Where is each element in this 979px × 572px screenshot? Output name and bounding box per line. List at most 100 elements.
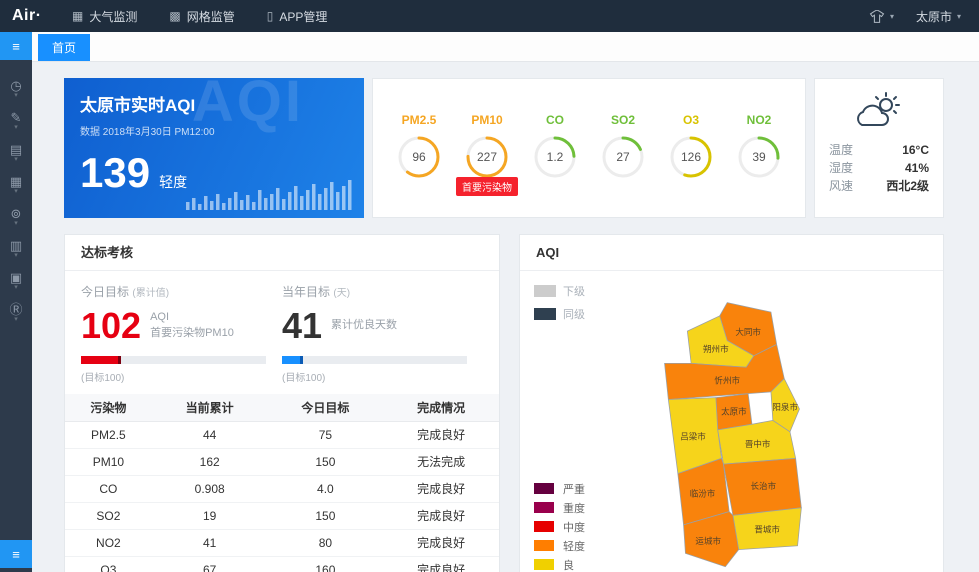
sidebar: ≡ ◷ ▾ ✎ ▾ ▤ ▾ ▦ ▾ ⊚ ▾ ▥ ▾ ▣ ▾ xyxy=(0,32,32,572)
table-cell: 19 xyxy=(152,502,268,529)
sidebar-item-share[interactable]: ⊚ ▾ xyxy=(0,200,32,232)
stats-icon: ▥ xyxy=(10,239,22,252)
aqi-level: 轻度 xyxy=(159,172,187,192)
aqi-map-card: AQI 下级 同级 xyxy=(519,234,944,572)
table-cell: 75 xyxy=(268,421,384,448)
chevron-down-icon: ▾ xyxy=(14,317,18,322)
pollutant-name: PM10 xyxy=(464,113,510,127)
aqi-card-title: 太原市实时AQI xyxy=(80,91,348,116)
sidebar-item-clipboard[interactable]: ▣ ▾ xyxy=(0,264,32,296)
document-icon: ▤ xyxy=(10,143,22,156)
clipboard-icon: ▣ xyxy=(10,271,22,284)
table-cell: 150 xyxy=(268,448,384,475)
shanxi-province-map[interactable]: 大同市 朔州市 忻州市 阳泉市 太原市 吕梁市 晋中市 临汾市 长治市 晋城市 … xyxy=(602,295,862,572)
year-target-block: 当年目标 (天) 41 累计优良天数 (目标100) xyxy=(282,283,483,384)
gauge-no2: NO2 39 xyxy=(736,113,782,184)
gauge-pm10: PM10 227 首要污染物 xyxy=(464,113,510,184)
table-cell: 完成良好 xyxy=(383,529,499,556)
card-title: 达标考核 xyxy=(65,235,499,271)
table-cell: 完成良好 xyxy=(383,475,499,502)
sidebar-collapse-toggle[interactable]: ≡ xyxy=(0,540,32,568)
pollutant-value: 39 xyxy=(736,134,782,180)
chevron-down-icon: ▾ xyxy=(14,253,18,258)
cloud-sun-icon xyxy=(850,91,908,131)
legend-item: 同级 xyxy=(534,306,585,322)
table-cell: 80 xyxy=(268,529,384,556)
table-cell: 150 xyxy=(268,502,384,529)
pollutant-value: 96 xyxy=(396,134,442,180)
sidebar-item-chart[interactable]: ▦ ▾ xyxy=(0,168,32,200)
year-target-note: (目标100) xyxy=(282,369,483,384)
gauge-so2: SO2 27 xyxy=(600,113,646,184)
realtime-aqi-card: AQI 太原市实时AQI 数据 2018年3月30日 PM12:00 139 轻… xyxy=(64,78,364,218)
pollutant-name: PM2.5 xyxy=(396,113,442,127)
legend-item: 中度 xyxy=(534,517,585,536)
menu-label: APP管理 xyxy=(279,8,327,25)
menu-label: 网格监管 xyxy=(187,8,235,25)
table-cell: 完成良好 xyxy=(383,502,499,529)
table-cell: 41 xyxy=(152,529,268,556)
table-cell: NO2 xyxy=(65,529,152,556)
table-cell: SO2 xyxy=(65,502,152,529)
legend-swatch xyxy=(534,502,554,513)
registered-icon: Ⓡ xyxy=(9,303,22,316)
legend-swatch xyxy=(534,521,554,532)
card-title: AQI xyxy=(520,235,943,271)
tab-bar: 首页 xyxy=(32,32,979,62)
pollutant-value: 227 xyxy=(464,134,510,180)
table-row: PM2.54475完成良好 xyxy=(65,421,499,448)
aqi-level-legend: 严重 重度 中度 轻度 良 优 xyxy=(534,479,585,572)
menu-air-monitoring[interactable]: ▦ 大气监测 xyxy=(56,0,153,32)
sidebar-item-trademark[interactable]: Ⓡ ▾ xyxy=(0,296,32,328)
legend-item: 良 xyxy=(534,555,585,572)
grid-icon: ▩ xyxy=(169,9,180,23)
chevron-down-icon: ▾ xyxy=(14,93,18,98)
chevron-down-icon: ▾ xyxy=(890,12,894,21)
chevron-down-icon: ▾ xyxy=(957,12,961,21)
map-city-label: 晋中市 xyxy=(744,438,770,449)
sidebar-item-document[interactable]: ▤ ▾ xyxy=(0,136,32,168)
gauge-co: CO 1.2 xyxy=(532,113,578,184)
legend-swatch xyxy=(534,285,556,297)
legend-item: 严重 xyxy=(534,479,585,498)
primary-pollutant-badge: 首要污染物 xyxy=(456,177,518,196)
table-row: O367160完成良好 xyxy=(65,556,499,572)
city-name: 太原市 xyxy=(916,8,952,25)
weather-label: 湿度 xyxy=(829,159,853,177)
menu-grid-supervision[interactable]: ▩ 网格监管 xyxy=(153,0,250,32)
col-header: 完成情况 xyxy=(383,394,499,421)
pollutant-targets-table: 污染物 当前累计 今日目标 完成情况 PM2.54475完成良好 P xyxy=(65,394,499,572)
table-row: NO24180完成良好 xyxy=(65,529,499,556)
sidebar-item-stats[interactable]: ▥ ▾ xyxy=(0,232,32,264)
app-logo[interactable]: Air· xyxy=(0,7,56,25)
table-cell: 162 xyxy=(152,448,268,475)
today-target-block: 今日目标 (累计值) 102 AQI首要污染物PM10 (目标100) xyxy=(81,283,282,384)
phone-icon: ▯ xyxy=(267,9,274,23)
tab-home[interactable]: 首页 xyxy=(38,34,90,61)
weather-value: 41% xyxy=(905,159,929,177)
pollutants-card: PM2.5 96 PM10 227 首要污染物 xyxy=(372,78,806,218)
sidebar-item-edit[interactable]: ✎ ▾ xyxy=(0,104,32,136)
theme-dropdown[interactable]: ▾ xyxy=(869,10,894,23)
content: AQI 太原市实时AQI 数据 2018年3月30日 PM12:00 139 轻… xyxy=(32,62,979,572)
legend-item: 下级 xyxy=(534,283,585,299)
pollutant-value: 27 xyxy=(600,134,646,180)
city-dropdown[interactable]: 太原市 ▾ xyxy=(916,8,961,25)
table-row: CO0.9084.0完成良好 xyxy=(65,475,499,502)
topbar-right: ▾ 太原市 ▾ xyxy=(869,8,979,25)
table-cell: 无法完成 xyxy=(383,448,499,475)
legend-swatch xyxy=(534,483,554,494)
weather-value: 西北2级 xyxy=(886,177,929,195)
pollutant-name: CO xyxy=(532,113,578,127)
menu-app-management[interactable]: ▯ APP管理 xyxy=(251,0,344,32)
table-row: SO219150完成良好 xyxy=(65,502,499,529)
gauge-pm25: PM2.5 96 xyxy=(396,113,442,184)
sidebar-item-monitor[interactable]: ◷ ▾ xyxy=(0,72,32,104)
chevron-down-icon: ▾ xyxy=(14,221,18,226)
legend-label: 轻度 xyxy=(563,538,585,554)
sidebar-menu-toggle[interactable]: ≡ xyxy=(0,32,32,60)
table-cell: 0.908 xyxy=(152,475,268,502)
weather-card: 温度 16°C 湿度 41% 风速 西北2级 xyxy=(814,78,944,218)
year-progress-bar xyxy=(282,356,467,364)
table-cell: 完成良好 xyxy=(383,556,499,572)
